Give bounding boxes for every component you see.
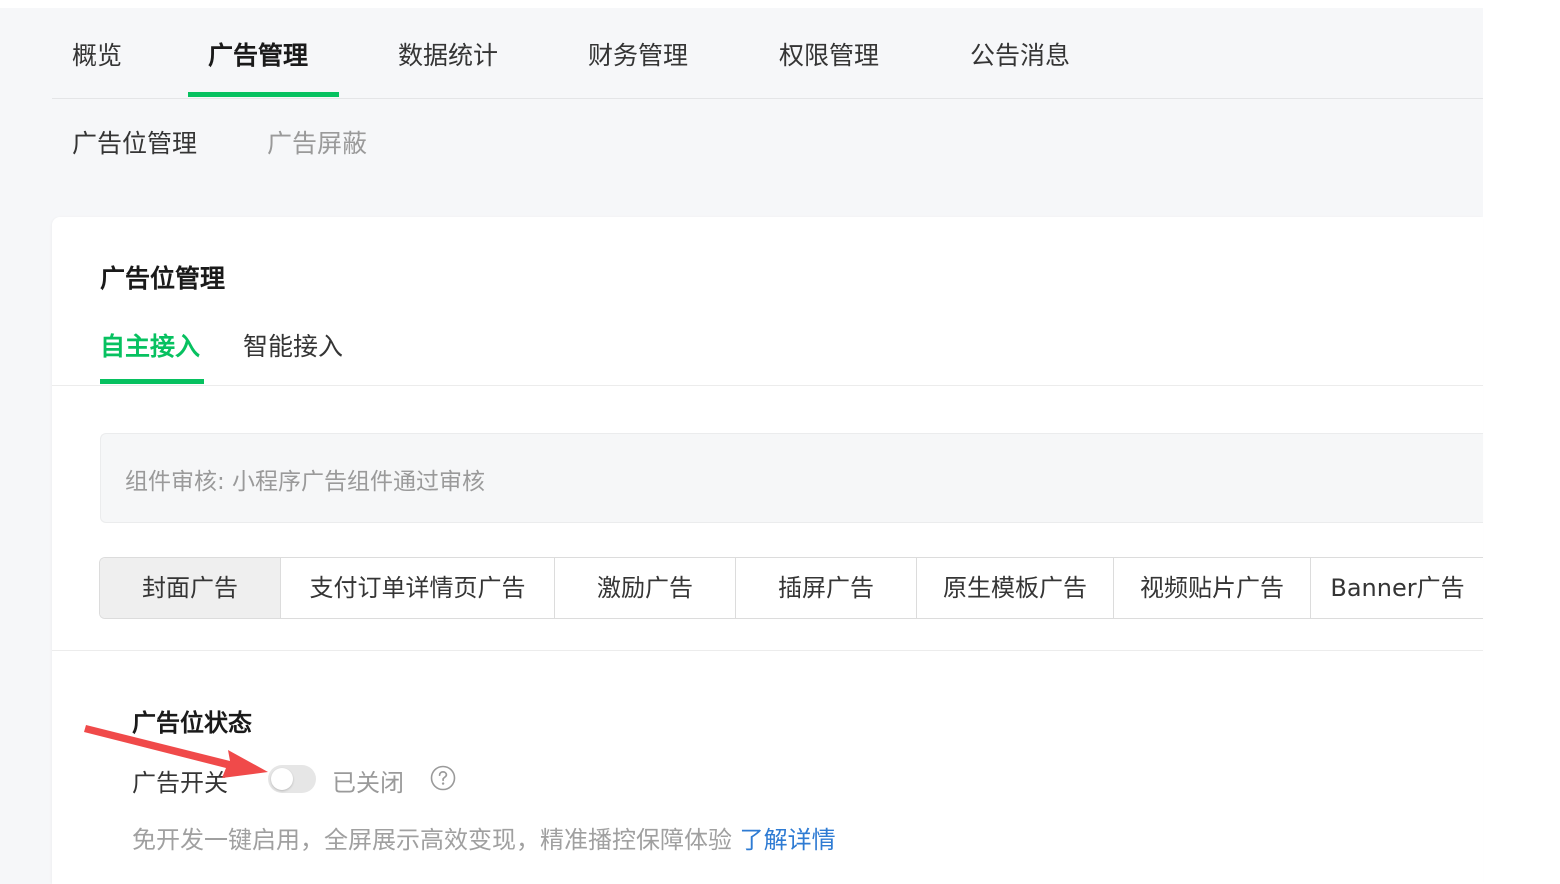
ad-type-segments: 封面广告 支付订单详情页广告 激励广告 插屏广告 原生模板广告 视频贴片广告 B… (99, 557, 1483, 619)
segment-video-patch-ad[interactable]: 视频贴片广告 (1114, 558, 1311, 618)
status-description: 免开发一键启用，全屏展示高效变现，精准播控保障体验 了解详情 (132, 820, 836, 855)
tab-finance-management[interactable]: 财务管理 (588, 36, 688, 72)
subtab-ad-slot-management[interactable]: 广告位管理 (72, 124, 197, 160)
section-divider (52, 650, 1483, 651)
segment-cover-ad[interactable]: 封面广告 (100, 558, 281, 618)
segment-banner-ad[interactable]: Banner广告 (1311, 558, 1483, 618)
access-mode-tabs: 自主接入 智能接入 (52, 317, 1483, 386)
segment-payment-order-ad[interactable]: 支付订单详情页广告 (281, 558, 555, 618)
tab-announcements[interactable]: 公告消息 (970, 36, 1070, 72)
tab-permission-management[interactable]: 权限管理 (779, 36, 879, 72)
description-text: 免开发一键启用，全屏展示高效变现，精准播控保障体验 (132, 826, 732, 854)
active-tab-indicator (188, 92, 339, 97)
help-icon[interactable] (430, 765, 456, 791)
segment-interstitial-ad[interactable]: 插屏广告 (736, 558, 917, 618)
tab-overview[interactable]: 概览 (72, 36, 122, 72)
annotation-arrow-icon (84, 725, 268, 778)
subtab-ad-blocking[interactable]: 广告屏蔽 (267, 124, 367, 160)
mode-tab-indicator (100, 379, 204, 384)
segment-rewarded-ad[interactable]: 激励广告 (555, 558, 736, 618)
notice-text: 组件审核: 小程序广告组件通过审核 (125, 469, 486, 495)
learn-more-link[interactable]: 了解详情 (740, 826, 836, 854)
tab-data-statistics[interactable]: 数据统计 (398, 36, 498, 72)
switch-state-text: 已关闭 (332, 769, 404, 797)
segment-native-template-ad[interactable]: 原生模板广告 (917, 558, 1114, 618)
main-nav: 概览 广告管理 数据统计 财务管理 权限管理 公告消息 (52, 8, 1483, 99)
review-notice: 组件审核: 小程序广告组件通过审核 (100, 433, 1483, 523)
tab-ad-management[interactable]: 广告管理 (208, 36, 308, 72)
card-title: 广告位管理 (100, 264, 226, 293)
tab-smart-access[interactable]: 智能接入 (243, 327, 343, 363)
tab-self-access[interactable]: 自主接入 (100, 327, 200, 363)
